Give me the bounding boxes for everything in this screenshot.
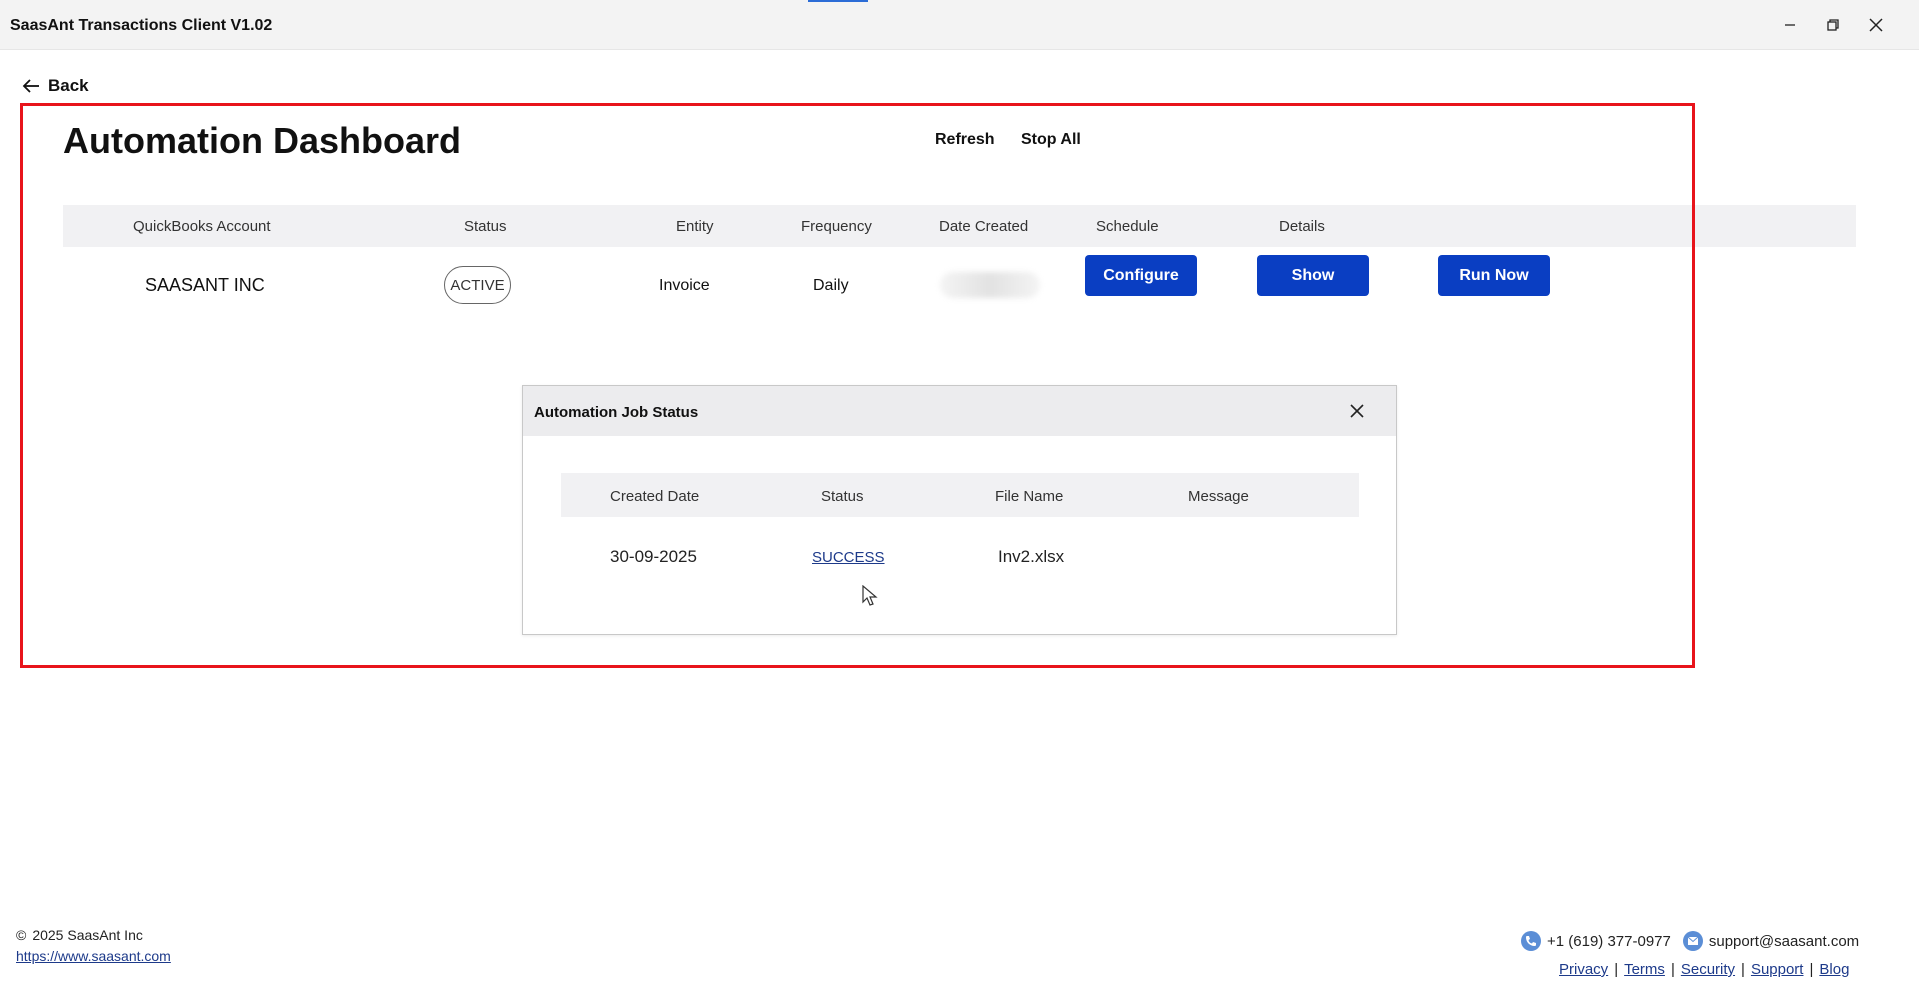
copyright: © 2025 SaasAnt Inc [16, 927, 171, 943]
column-header-file-name: File Name [995, 488, 1064, 505]
back-button[interactable]: Back [22, 76, 89, 96]
date-created-redacted [940, 272, 1040, 298]
column-header-schedule: Schedule [1096, 218, 1159, 235]
blog-link[interactable]: Blog [1819, 961, 1849, 978]
configure-button[interactable]: Configure [1085, 255, 1197, 296]
job-status-dialog: Automation Job Status Created Date Statu… [522, 385, 1397, 635]
website-link[interactable]: https://www.saasant.com [16, 948, 171, 964]
dialog-title: Automation Job Status [534, 404, 699, 421]
copyright-symbol: © [16, 927, 27, 943]
back-label: Back [48, 76, 89, 95]
refresh-button[interactable]: Refresh [935, 131, 995, 149]
security-link[interactable]: Security [1681, 961, 1735, 978]
phone-number: +1 (619) 377-0977 [1547, 932, 1671, 950]
mouse-cursor-icon [862, 585, 878, 606]
column-header-entity: Entity [676, 218, 714, 235]
close-icon[interactable] [1863, 12, 1889, 38]
column-header-created-date: Created Date [610, 488, 700, 505]
page-title: Automation Dashboard [63, 120, 462, 161]
footer-left: © 2025 SaasAnt Inc https://www.saasant.c… [16, 927, 171, 964]
title-bar-accent [808, 0, 868, 2]
contact-info: +1 (619) 377-0977 support@saasant.com [1521, 931, 1859, 951]
dialog-header: Automation Job Status [523, 386, 1396, 436]
restore-icon[interactable] [1820, 12, 1846, 38]
minimize-icon[interactable] [1777, 12, 1803, 38]
frequency-value: Daily [813, 277, 849, 294]
column-header-status: Status [464, 218, 507, 235]
job-file-name: Inv2.xlsx [998, 547, 1065, 566]
terms-link[interactable]: Terms [1624, 961, 1665, 978]
column-header-details: Details [1279, 218, 1325, 235]
phone-icon [1521, 931, 1541, 951]
stop-all-button[interactable]: Stop All [1021, 131, 1081, 149]
status-badge: ACTIVE [444, 266, 511, 304]
column-header-date-created: Date Created [939, 218, 1029, 235]
column-header-frequency: Frequency [801, 218, 872, 235]
email-icon [1682, 931, 1703, 951]
copyright-text: 2025 SaasAnt Inc [32, 927, 143, 943]
support-email[interactable]: support@saasant.com [1709, 933, 1859, 950]
window-title: SaasAnt Transactions Client V1.02 [10, 17, 273, 34]
dialog-close-icon[interactable] [1345, 399, 1369, 423]
job-status-link[interactable]: SUCCESS [812, 549, 885, 566]
column-header-job-status: Status [821, 488, 864, 505]
legal-links: Privacy | Terms | Security | Support | Blog [1559, 961, 1850, 978]
account-name: SAASANT INC [145, 275, 265, 295]
show-button[interactable]: Show [1257, 255, 1369, 296]
support-link[interactable]: Support [1751, 961, 1804, 978]
job-created-date: 30-09-2025 [610, 547, 697, 566]
entity-value: Invoice [659, 277, 710, 294]
run-now-button[interactable]: Run Now [1438, 255, 1550, 296]
privacy-link[interactable]: Privacy [1559, 961, 1608, 978]
column-header-quickbooks-account: QuickBooks Account [133, 218, 271, 235]
arrow-left-icon [22, 79, 39, 93]
column-header-message: Message [1188, 488, 1249, 505]
title-bar: SaasAnt Transactions Client V1.02 [0, 0, 1919, 50]
